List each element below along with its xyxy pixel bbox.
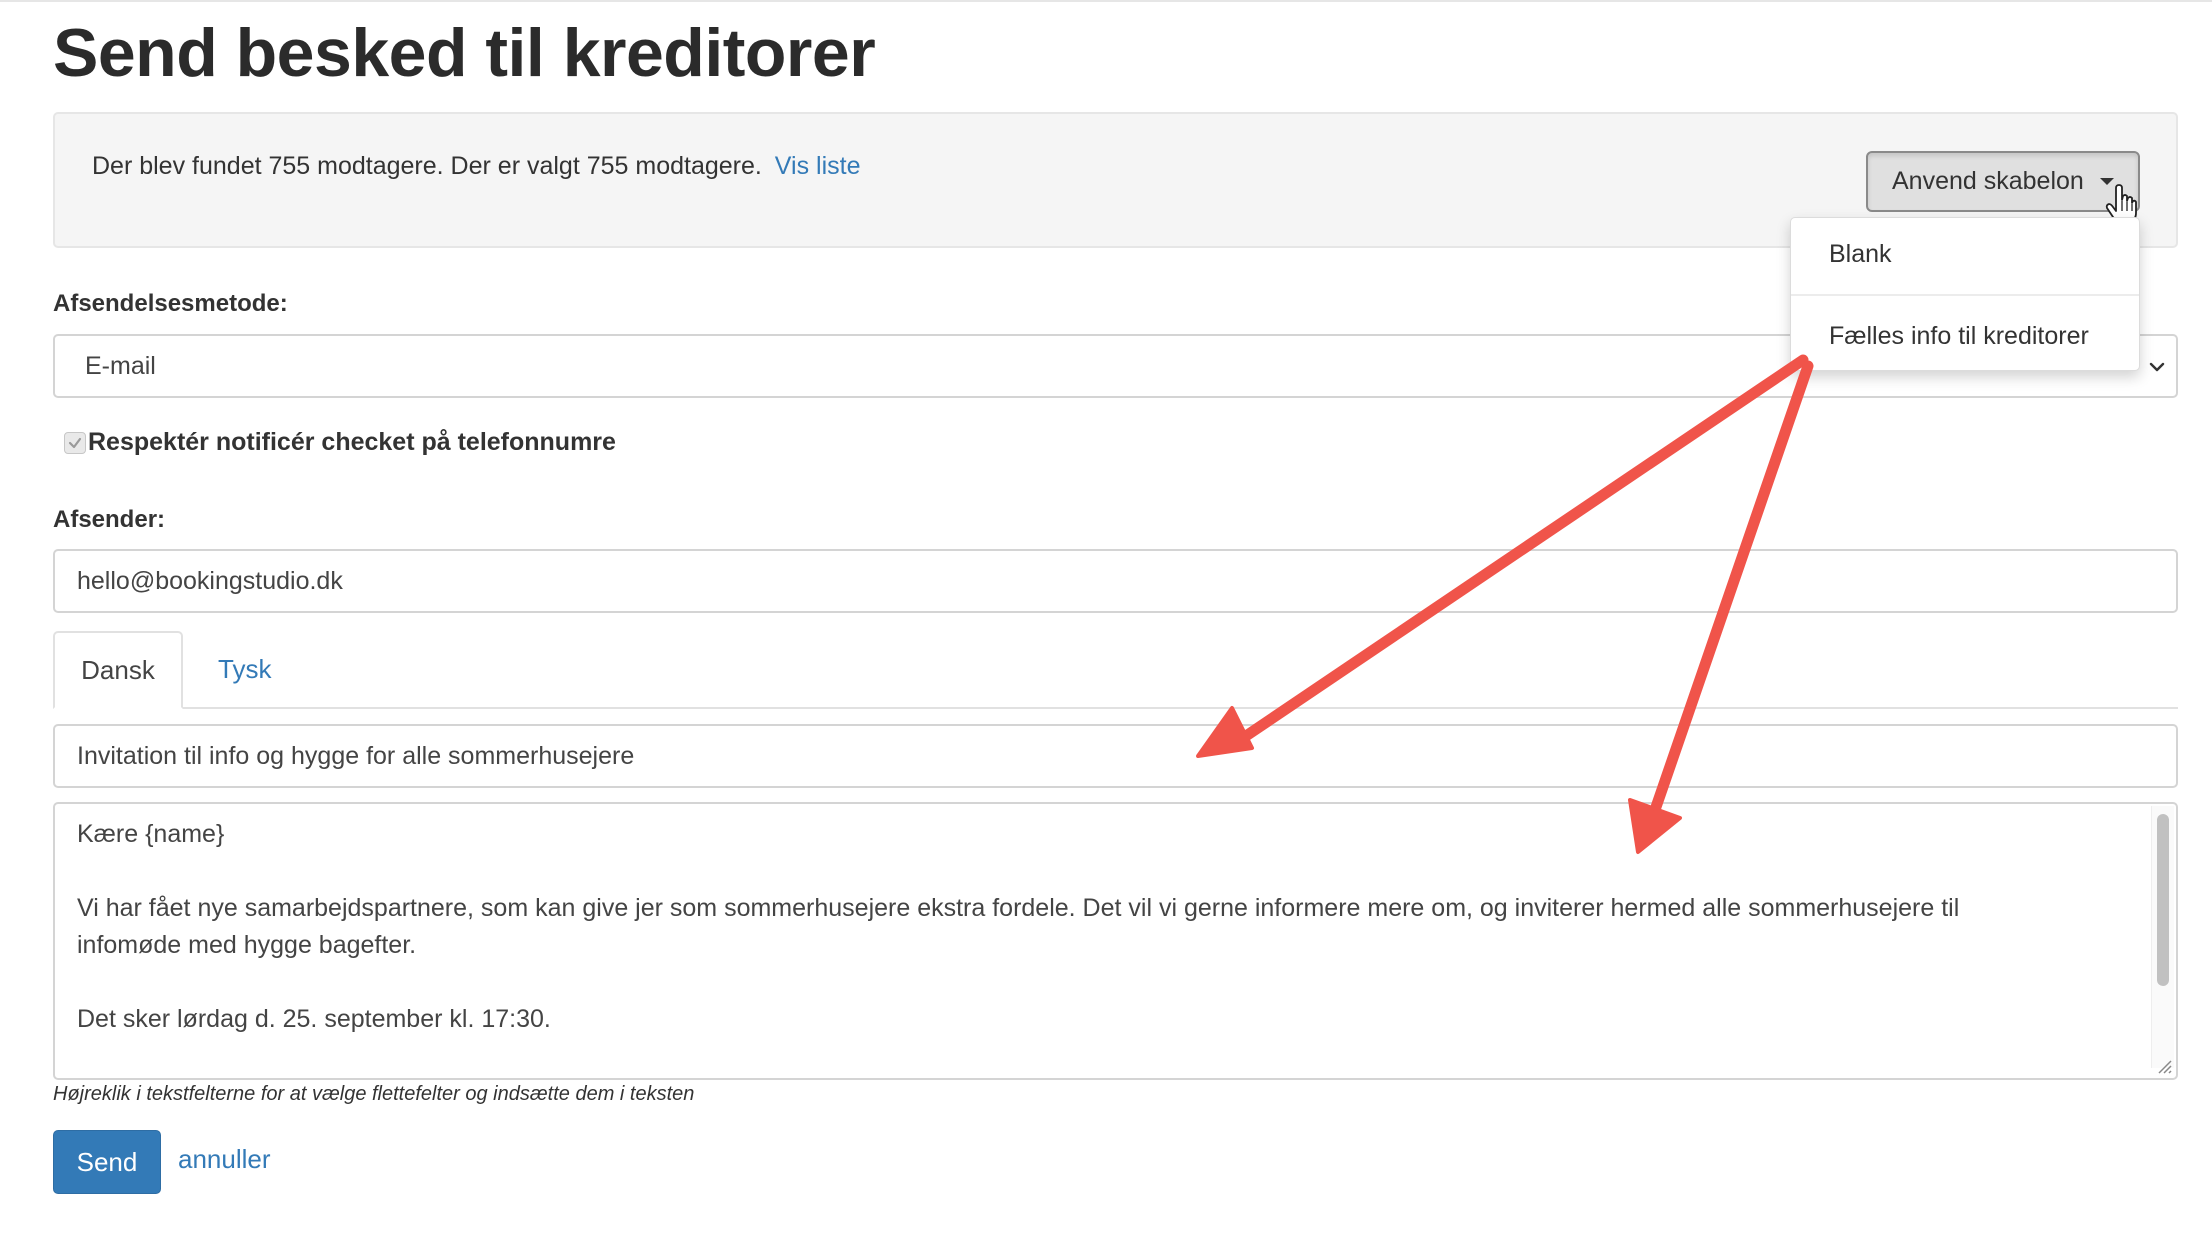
respect-notify-checkbox[interactable]	[64, 432, 86, 454]
message-body-textarea[interactable]: Kære {name} Vi har fået nye samarbejdspa…	[53, 802, 2178, 1080]
tab-dansk[interactable]: Dansk	[53, 631, 183, 709]
subject-value: Invitation til info og hygge for alle so…	[77, 741, 635, 770]
send-button[interactable]: Send	[53, 1130, 161, 1194]
body-line-date: Det sker lørdag d. 25. september kl. 17:…	[77, 1005, 551, 1033]
body-line-paragraph-2: infomøde med hygge bagefter.	[77, 931, 417, 959]
send-method-label: Afsendelsesmetode:	[53, 290, 288, 317]
subject-input[interactable]: Invitation til info og hygge for alle so…	[53, 724, 2178, 788]
page: Send besked til kreditorer Der blev fund…	[0, 0, 2212, 1238]
merge-fields-hint: Højreklik i tekstfelterne for at vælge f…	[53, 1083, 695, 1105]
template-dropdown-menu: Blank Fælles info til kreditorer	[1790, 217, 2140, 371]
apply-template-button[interactable]: Anvend skabelon	[1866, 151, 2140, 212]
tab-tysk[interactable]: Tysk	[218, 654, 271, 685]
chevron-down-icon	[2149, 362, 2165, 372]
template-option-faelles-info[interactable]: Fælles info til kreditorer	[1829, 322, 2089, 351]
checkmark-icon	[68, 437, 82, 449]
body-line-paragraph-1: Vi har fået nye samarbejdspartnere, som …	[77, 894, 1960, 922]
show-list-link[interactable]: Vis liste	[775, 152, 861, 180]
sender-input[interactable]: hello@bookingstudio.dk	[53, 549, 2178, 613]
sender-label: Afsender:	[53, 506, 166, 533]
tabs-baseline	[183, 707, 2178, 709]
apply-template-label: Anvend skabelon	[1892, 167, 2084, 195]
template-option-blank[interactable]: Blank	[1829, 240, 1892, 269]
recipients-count-text: Der blev fundet 755 modtagere. Der er va…	[92, 152, 762, 180]
resize-grip-icon[interactable]	[2153, 1055, 2173, 1075]
body-line-greeting: Kære {name}	[77, 820, 225, 848]
recipients-info: Der blev fundet 755 modtagere. Der er va…	[92, 152, 860, 181]
textarea-scrollbar-thumb[interactable]	[2157, 814, 2169, 986]
respect-notify-label: Respektér notificér checket på telefonnu…	[88, 428, 616, 456]
top-divider	[0, 0, 2212, 2]
dropdown-divider	[1791, 294, 2139, 296]
cancel-link[interactable]: annuller	[178, 1144, 271, 1175]
page-title: Send besked til kreditorer	[53, 15, 876, 91]
sender-value: hello@bookingstudio.dk	[77, 566, 343, 595]
send-method-value: E-mail	[85, 351, 156, 380]
